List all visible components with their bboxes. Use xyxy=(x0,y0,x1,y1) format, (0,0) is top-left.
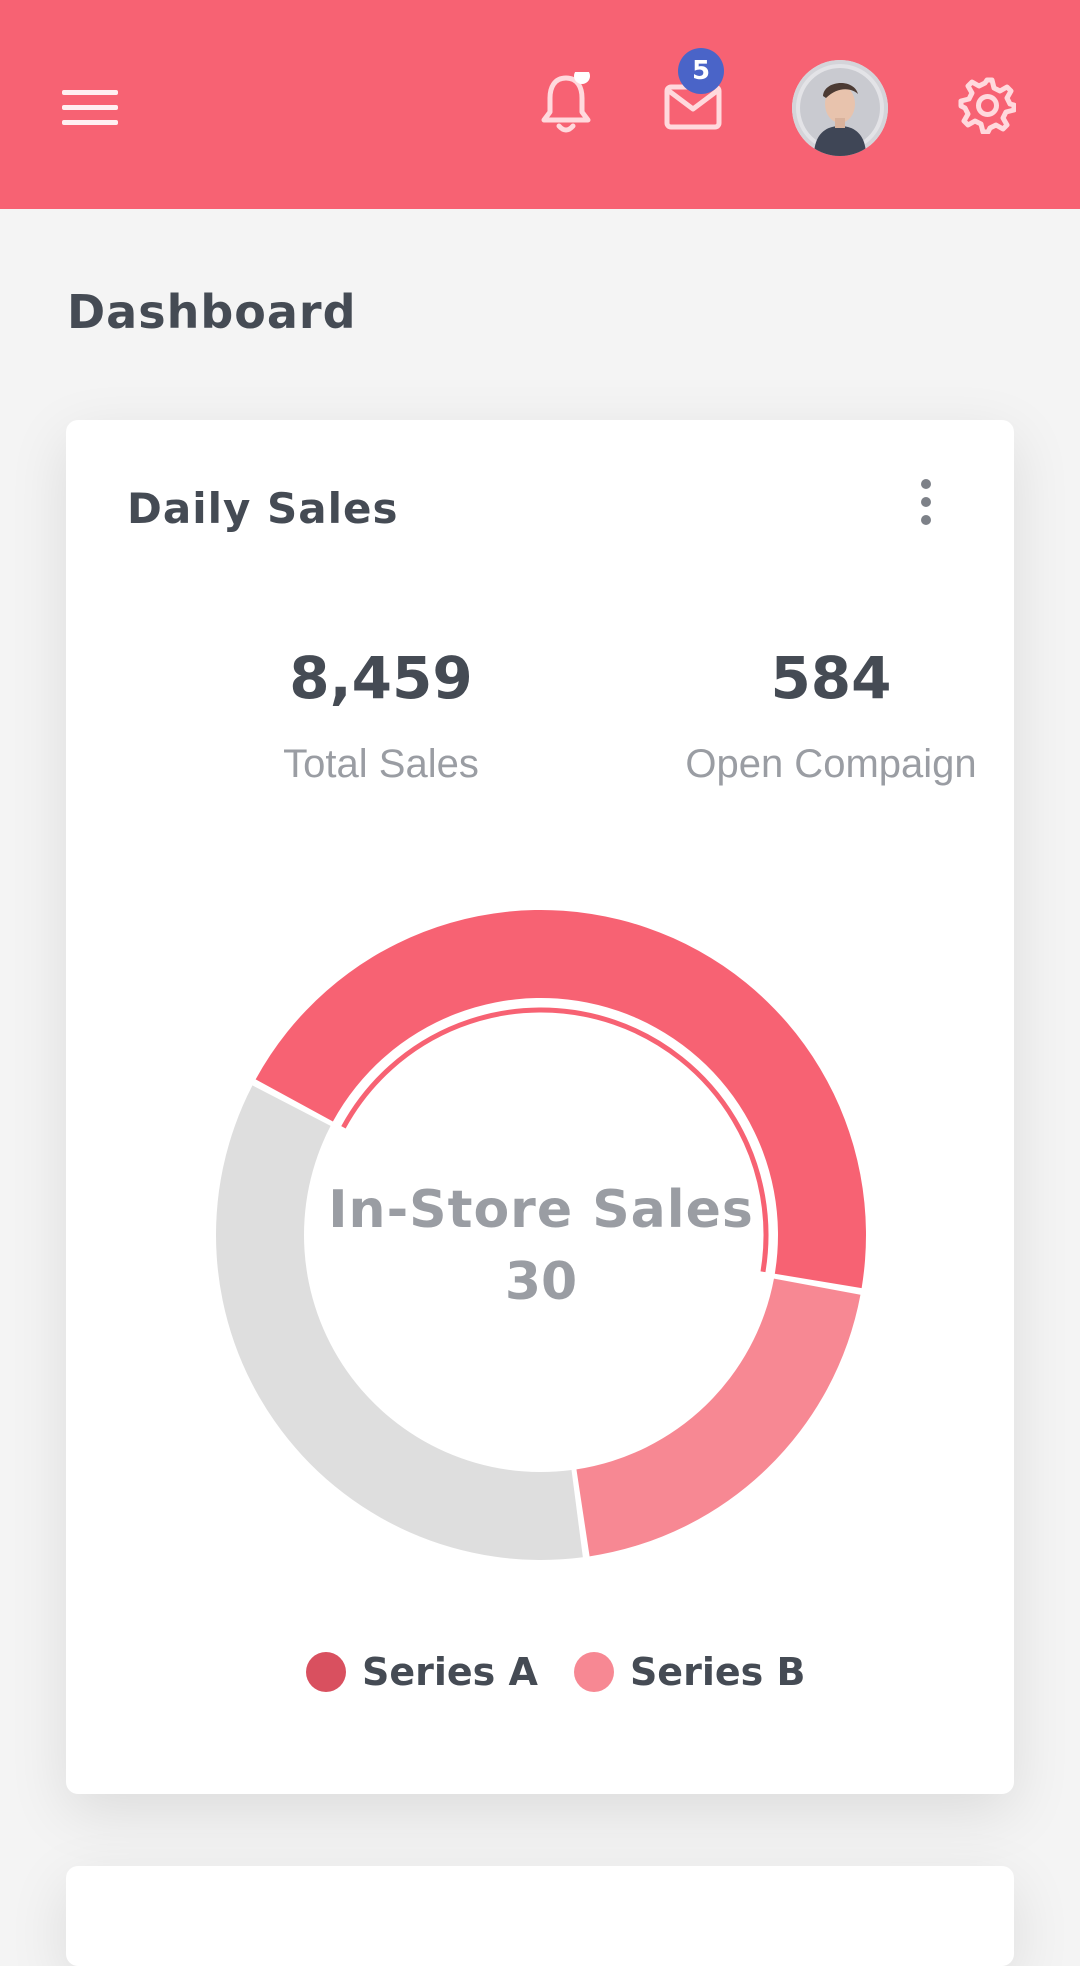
more-options-icon[interactable] xyxy=(912,476,940,528)
stat-total-sales: 8,459 Total Sales xyxy=(171,644,591,787)
stat-value: 8,459 xyxy=(289,644,473,712)
avatar[interactable] xyxy=(792,60,888,156)
stat-label: Total Sales xyxy=(283,742,479,786)
legend-label: Series B xyxy=(629,1650,806,1694)
legend-swatch xyxy=(573,1652,614,1692)
donut-center-label: In-Store Sales xyxy=(328,1180,754,1240)
page-title: Dashboard xyxy=(67,285,357,339)
stat-value: 584 xyxy=(770,644,892,712)
secondary-card xyxy=(66,1866,1014,1966)
top-bar: 5 xyxy=(0,0,1080,209)
donut-center-value: 30 xyxy=(504,1252,578,1312)
messages-badge: 5 xyxy=(678,48,724,94)
stat-label: Open Compaign xyxy=(685,742,977,786)
donut-center: In-Store Sales 30 xyxy=(216,1180,866,1312)
legend-swatch xyxy=(306,1652,346,1692)
legend-label: Series A xyxy=(362,1650,538,1694)
stat-open-campaign: 584 Open Compaign xyxy=(621,644,1041,787)
legend-item-series-a[interactable]: Series A xyxy=(306,1650,538,1694)
menu-icon[interactable] xyxy=(62,86,118,130)
card-title: Daily Sales xyxy=(127,484,399,533)
gear-icon[interactable] xyxy=(958,76,1017,135)
chart-legend: Series A Series B xyxy=(306,1650,841,1694)
daily-sales-card: Daily Sales 8,459 Total Sales 584 Open C… xyxy=(66,420,1014,1794)
donut-slice-remainder[interactable] xyxy=(216,1085,583,1560)
donut-slice-series-b[interactable] xyxy=(576,1278,861,1557)
bell-icon[interactable] xyxy=(538,68,594,136)
legend-item-series-b[interactable]: Series B xyxy=(573,1650,806,1694)
